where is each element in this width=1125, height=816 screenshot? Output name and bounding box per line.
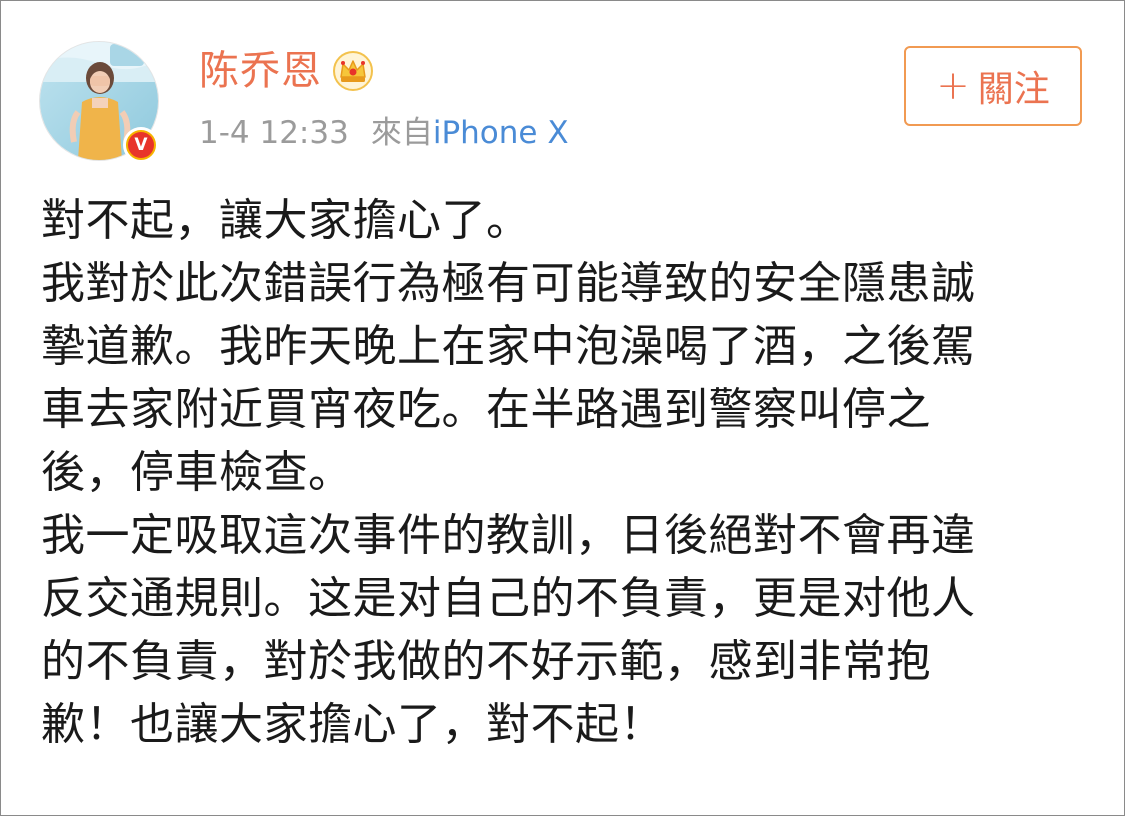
post-line: 車去家附近買宵夜吃。在半路遇到警察叫停之 [41,384,931,435]
post-line: 摯道歉。我昨天晚上在家中泡澡喝了酒，之後駕 [41,321,976,372]
crown-icon[interactable] [332,50,374,92]
post-line: 反交通規則。这是对自己的不負責，更是对他人 [41,573,976,624]
post-line: 對不起，讓大家擔心了。 [41,195,531,246]
post-line: 歉！也讓大家擔心了，對不起！ [41,699,664,750]
post-time[interactable]: 1-4 12:33 [199,111,349,155]
source-prefix: 來自 [370,115,433,151]
post-header: V 陈乔恩 1-4 12:33 來自 iPhone X + 關注 [1,1,1124,181]
plus-icon: + [936,63,970,109]
avatar-container[interactable]: V [39,41,161,163]
post-line: 我一定吸取這次事件的教訓，日後絕對不會再違 [41,510,976,561]
post-meta: 1-4 12:33 來自 iPhone X [199,111,569,155]
post-line: 後，停車檢查。 [41,447,353,498]
user-name[interactable]: 陈乔恩 [199,45,322,97]
follow-label: 關注 [977,69,1050,110]
follow-button[interactable]: + 關注 [904,46,1082,126]
post-line: 我對於此次錯誤行為極有可能導致的安全隱患誠 [41,258,976,309]
name-row: 陈乔恩 [199,45,374,97]
source-device-link[interactable]: iPhone X [433,111,569,155]
post-line: 的不負責，對於我做的不好示範，感到非常抱 [41,636,931,687]
weibo-post-card: V 陈乔恩 1-4 12:33 來自 iPhone X + 關注 對不起，讓大家 [0,0,1125,816]
post-body: 對不起，讓大家擔心了。 我對於此次錯誤行為極有可能導致的安全隱患誠 摯道歉。我昨… [41,189,1101,756]
verified-badge-icon: V [123,127,159,163]
